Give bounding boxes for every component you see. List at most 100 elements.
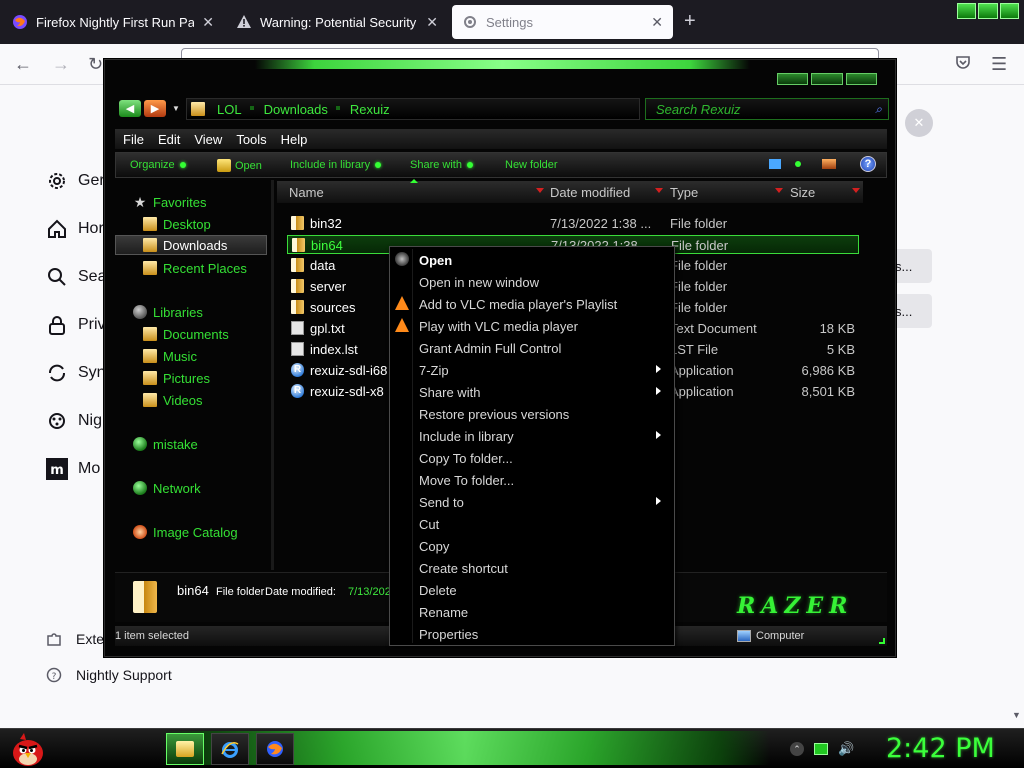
column-dropdown-icon[interactable]	[655, 188, 663, 193]
column-header-type[interactable]: Type	[670, 185, 698, 200]
sidebar-item-home[interactable]: Hor	[46, 216, 104, 242]
recent-pages-dropdown[interactable]: ▼	[172, 104, 180, 113]
menu-item-create-shortcut[interactable]: Create shortcut	[390, 557, 674, 579]
menu-file[interactable]: File	[123, 132, 144, 147]
menu-item-rename[interactable]: Rename	[390, 601, 674, 623]
back-button[interactable]: ←	[14, 53, 32, 75]
sidebar-item-sync[interactable]: Syn	[46, 360, 106, 386]
nav-homegroup-mistake[interactable]: mistake	[133, 434, 198, 454]
sidebar-item-more-from-mozilla[interactable]: m Mo	[46, 456, 100, 482]
tab-firefox-first-run[interactable]: Firefox Nightly First Run Page ✕	[2, 5, 224, 39]
menu-item-send-to[interactable]: Send to	[390, 491, 674, 513]
nav-documents[interactable]: Documents	[143, 324, 229, 344]
nav-network[interactable]: Network	[133, 478, 201, 498]
nightly-support-link[interactable]: ? Nightly Support	[46, 662, 172, 688]
nav-desktop[interactable]: Desktop	[143, 214, 211, 234]
menu-item-copy[interactable]: Copy	[390, 535, 674, 557]
preview-pane-icon[interactable]	[822, 159, 836, 169]
organize-button[interactable]: Organize	[130, 159, 186, 171]
nav-recent-places[interactable]: Recent Places	[143, 258, 247, 278]
address-bar[interactable]: LOL Downloads Rexuiz ▼ ⟳	[186, 98, 701, 120]
new-tab-button[interactable]: +	[684, 10, 696, 32]
maximize-button[interactable]	[978, 3, 998, 19]
open-button[interactable]: Open	[217, 159, 262, 172]
minimize-button[interactable]	[777, 73, 809, 85]
forward-button[interactable]: →	[52, 53, 70, 75]
pocket-icon[interactable]	[955, 53, 971, 75]
reload-button[interactable]: ↻	[88, 53, 103, 75]
resize-grip[interactable]	[879, 638, 885, 644]
menu-view[interactable]: View	[194, 132, 222, 147]
close-icon[interactable]: ✕	[651, 14, 663, 31]
close-icon[interactable]: ✕	[426, 14, 438, 31]
dropdown-dot-icon[interactable]	[795, 161, 801, 167]
menu-item-properties[interactable]: Properties	[390, 623, 674, 645]
pane-splitter[interactable]	[271, 180, 274, 570]
nav-videos[interactable]: Videos	[143, 390, 203, 410]
menu-item-include-library[interactable]: Include in library	[390, 425, 674, 447]
scrollbar-down-arrow[interactable]: ▼	[1012, 710, 1021, 720]
clear-search-icon[interactable]: ✕	[905, 109, 933, 137]
sidebar-item-general[interactable]: Ger	[46, 168, 105, 194]
breadcrumb-rexuiz[interactable]: Rexuiz	[335, 102, 390, 117]
nav-music[interactable]: Music	[143, 346, 197, 366]
taskbar-explorer-button[interactable]	[166, 733, 204, 765]
extensions-link[interactable]: Exte	[46, 626, 104, 652]
menu-item-7zip[interactable]: 7-Zip	[390, 359, 674, 381]
taskbar-clock[interactable]: 2:42 PM	[886, 733, 995, 764]
menu-item-cut[interactable]: Cut	[390, 513, 674, 535]
nav-favorites[interactable]: ★ Favorites	[133, 192, 207, 212]
nav-downloads[interactable]: Downloads	[115, 235, 267, 255]
tray-chevron-icon[interactable]: ⌃	[790, 742, 804, 756]
taskbar-firefox-button[interactable]	[256, 733, 294, 765]
menu-item-vlc-play[interactable]: Play with VLC media player	[390, 315, 674, 337]
help-button[interactable]: ?	[860, 156, 876, 172]
menu-item-restore-versions[interactable]: Restore previous versions	[390, 403, 674, 425]
menu-item-share-with[interactable]: Share with	[390, 381, 674, 403]
forward-button[interactable]: ▶	[144, 100, 166, 117]
menu-edit[interactable]: Edit	[158, 132, 180, 147]
tab-settings[interactable]: Settings ✕	[452, 5, 673, 39]
breadcrumb-lol[interactable]: LOL	[217, 102, 242, 117]
nav-pictures[interactable]: Pictures	[143, 368, 210, 388]
start-button[interactable]	[8, 729, 48, 767]
sidebar-item-privacy[interactable]: Priv	[46, 312, 106, 338]
tray-network-icon[interactable]	[814, 743, 828, 755]
nav-image-catalog[interactable]: Image Catalog	[133, 522, 238, 542]
menu-item-vlc-playlist[interactable]: Add to VLC media player's Playlist	[390, 293, 674, 315]
column-dropdown-icon[interactable]	[536, 188, 544, 193]
close-icon[interactable]: ✕	[202, 14, 214, 31]
view-options-icon[interactable]	[769, 159, 781, 169]
menu-tools[interactable]: Tools	[236, 132, 266, 147]
menu-item-grant-admin[interactable]: Grant Admin Full Control	[390, 337, 674, 359]
minimize-button[interactable]	[957, 3, 977, 19]
breadcrumb-downloads[interactable]: Downloads	[249, 102, 328, 117]
close-button[interactable]	[845, 73, 877, 85]
column-header-name[interactable]: Name	[289, 185, 324, 200]
menu-item-move-to-folder[interactable]: Move To folder...	[390, 469, 674, 491]
column-header-size[interactable]: Size	[790, 185, 815, 200]
sidebar-item-nightly-labs[interactable]: Nigi	[46, 408, 106, 434]
column-dropdown-icon[interactable]	[775, 188, 783, 193]
sidebar-item-search[interactable]: Sea	[46, 264, 106, 290]
menu-item-open-new-window[interactable]: Open in new window	[390, 271, 674, 293]
column-header-date-modified[interactable]: Date modified	[550, 185, 630, 200]
tray-volume-icon[interactable]: 🔊	[838, 741, 854, 757]
menu-item-copy-to-folder[interactable]: Copy To folder...	[390, 447, 674, 469]
new-folder-button[interactable]: New folder	[505, 159, 558, 171]
taskbar-internet-explorer-button[interactable]	[211, 733, 249, 765]
menu-item-delete[interactable]: Delete	[390, 579, 674, 601]
menu-button[interactable]: ☰	[991, 53, 1007, 75]
include-in-library-button[interactable]: Include in library	[290, 159, 382, 171]
close-button[interactable]	[999, 3, 1019, 19]
column-dropdown-icon[interactable]	[852, 188, 860, 193]
maximize-button[interactable]	[811, 73, 843, 85]
menu-help[interactable]: Help	[281, 132, 308, 147]
menu-item-open[interactable]: Open	[390, 249, 674, 271]
back-button[interactable]: ◀	[119, 100, 141, 117]
share-with-button[interactable]: Share with	[410, 159, 473, 171]
tab-security-warning[interactable]: Warning: Potential Security Risk ✕	[226, 5, 448, 39]
search-input[interactable]: Search Rexuiz ⌕	[645, 98, 889, 120]
file-row-bin32[interactable]: bin32 7/13/2022 1:38 ... File folder	[287, 214, 859, 233]
nav-libraries[interactable]: Libraries	[133, 302, 203, 322]
